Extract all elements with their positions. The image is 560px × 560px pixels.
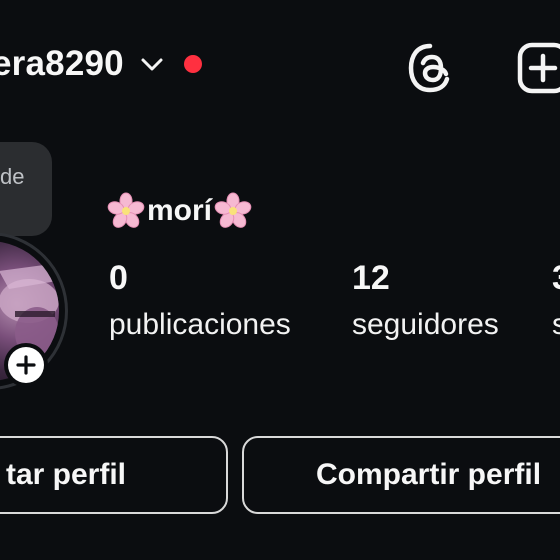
stat-label: s bbox=[552, 308, 560, 341]
stat-value: 12 bbox=[352, 259, 390, 297]
stat-followers[interactable]: 12 seguidores bbox=[352, 258, 499, 342]
notification-dot bbox=[183, 55, 202, 73]
stat-label: publicaciones bbox=[109, 308, 291, 341]
note-text: de bbox=[0, 164, 25, 189]
chevron-down-icon[interactable] bbox=[138, 50, 166, 78]
account-switcher[interactable]: era8290 bbox=[0, 44, 202, 84]
profile-screen: era8290 de morí 0 publicaciones 12 segui… bbox=[0, 0, 560, 560]
add-story-button[interactable] bbox=[4, 343, 48, 387]
edit-profile-button[interactable]: tar perfil bbox=[0, 436, 228, 514]
stat-following[interactable]: 3 s bbox=[552, 258, 560, 342]
plus-square-icon[interactable] bbox=[517, 42, 560, 94]
plus-icon bbox=[8, 347, 44, 383]
share-profile-button[interactable]: Compartir perfil bbox=[242, 436, 560, 514]
display-name: morí bbox=[147, 194, 213, 227]
username[interactable]: era8290 bbox=[0, 44, 124, 84]
stat-value: 0 bbox=[109, 259, 128, 297]
threads-icon[interactable] bbox=[405, 42, 455, 94]
cherry-blossom-icon bbox=[107, 192, 145, 230]
stat-value: 3 bbox=[552, 258, 560, 298]
display-name-row: morí bbox=[107, 192, 252, 230]
cherry-blossom-icon bbox=[214, 192, 252, 230]
stat-label: seguidores bbox=[352, 308, 499, 341]
stat-posts[interactable]: 0 publicaciones bbox=[109, 258, 291, 342]
